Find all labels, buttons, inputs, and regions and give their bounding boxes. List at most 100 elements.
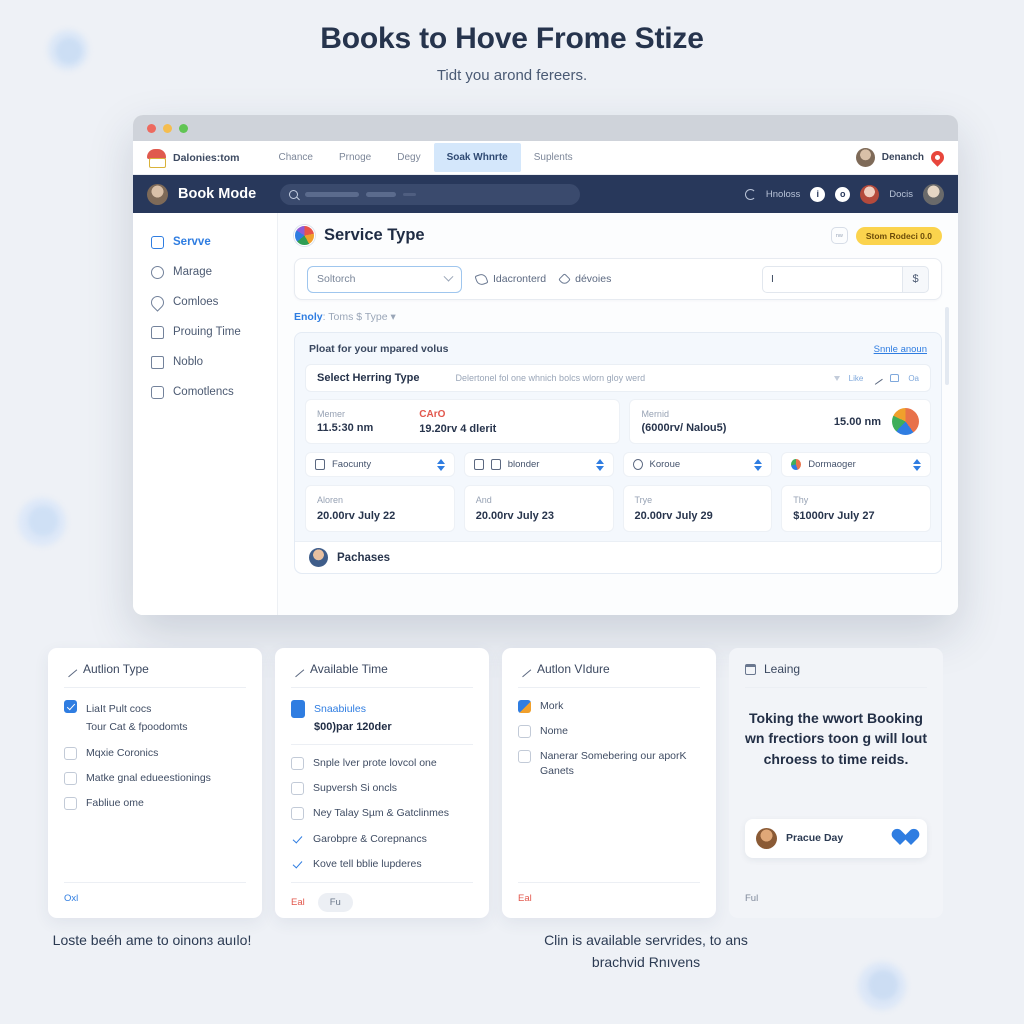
nav-tab-prnoge[interactable]: Prnoge — [326, 143, 384, 172]
stepper-up-icon[interactable] — [436, 458, 445, 464]
maximize-window-button[interactable] — [179, 123, 188, 133]
site-brand[interactable]: Dalonies:tom — [147, 149, 240, 168]
selector-faocunty[interactable]: Faocunty — [305, 452, 455, 477]
selector-dormaoger[interactable]: Dormaoger — [781, 452, 931, 477]
list-item[interactable]: Nanerar Somebering our aporK Ganets — [518, 749, 700, 777]
app-status-text: Hnoloss — [765, 188, 801, 200]
nav-tab-soak-whnrte[interactable]: Soak Whnrte — [433, 143, 521, 172]
stepper[interactable] — [754, 458, 763, 471]
edit-pencil-icon[interactable] — [870, 371, 884, 385]
nav-tab-suplents[interactable]: Suplents — [521, 143, 586, 172]
stepper-down-icon[interactable] — [595, 465, 604, 471]
close-window-button[interactable] — [147, 123, 156, 133]
selector-blonder[interactable]: blonder — [463, 452, 614, 477]
sidebar-item-prouing-time[interactable]: Prouing Time — [151, 317, 277, 347]
square-icon — [490, 459, 501, 470]
detail-card[interactable]: Mernid (6000rv/ Nalou5) 15.00 nm — [629, 399, 931, 444]
home-icon[interactable] — [890, 374, 900, 382]
checkbox[interactable] — [291, 807, 304, 821]
checkbox[interactable] — [291, 782, 304, 796]
status-badge[interactable]: Stom Rodeci 0.0 — [855, 226, 942, 245]
date-card[interactable]: Aloren 20.00rv July 22 — [305, 485, 455, 532]
list-item[interactable]: Supversh Si oncls — [291, 781, 473, 796]
testimonial-author-card[interactable]: Pracue Day — [745, 818, 927, 858]
breadcrumb-lead[interactable]: Enoly — [294, 311, 323, 323]
stepper-up-icon[interactable] — [595, 458, 604, 464]
list-item[interactable]: Mork — [518, 699, 700, 713]
checkbox[interactable] — [518, 725, 531, 739]
list-item[interactable]: Fabliue ome — [64, 796, 246, 811]
sidebar-item-marage[interactable]: Marage — [151, 257, 277, 287]
selected-indicator[interactable] — [291, 700, 305, 718]
date-card[interactable]: And 20.00rv July 23 — [463, 485, 614, 532]
card-footer-link[interactable]: Ful — [745, 893, 758, 904]
sidebar-item-comotlencs[interactable]: Comotlencs — [151, 377, 277, 407]
amount-input[interactable] — [762, 265, 902, 293]
stepper[interactable] — [436, 458, 445, 471]
heart-icon[interactable] — [897, 830, 916, 847]
card-footer: Ful — [745, 883, 927, 904]
app-user-avatar-secondary[interactable] — [923, 183, 944, 205]
checkbox[interactable] — [64, 747, 77, 760]
list-item[interactable]: Garobpre & Corepnancs — [291, 832, 473, 846]
stepper-up-icon[interactable] — [913, 458, 921, 464]
panel-scrollbar[interactable] — [945, 307, 949, 385]
card-footer-link[interactable]: Oxl — [64, 893, 78, 904]
decorative-blob-mid-left — [18, 498, 66, 546]
selector-koroue[interactable]: Koroue — [622, 452, 773, 477]
stepper[interactable] — [913, 458, 921, 471]
panel-footer[interactable]: Pachases — [295, 541, 941, 573]
check-icon[interactable] — [291, 858, 304, 871]
card-footer-link[interactable]: Eal — [518, 893, 532, 904]
checkbox[interactable] — [518, 750, 531, 764]
list-item[interactable]: Snple lver prote lovcol one — [291, 756, 473, 770]
list-item[interactable]: Kove tell bblie lupderes — [291, 857, 473, 871]
detail-card[interactable]: Memer 11.5:30 nm CArO 19.20rv 4 dlerit — [305, 399, 621, 444]
checkbox[interactable] — [291, 757, 304, 770]
list-item[interactable]: LiaIt Pult cocs Tour Cat & fpoodomts — [64, 699, 246, 735]
app-user-avatar[interactable] — [860, 184, 880, 204]
card-footer-link[interactable]: Eal — [291, 897, 305, 908]
list-item-featured[interactable]: Snaabiules $00)par 120der — [291, 699, 473, 745]
like-link[interactable]: Like — [849, 374, 864, 383]
currency-button[interactable]: $ — [902, 265, 929, 293]
nav-tab-degy[interactable]: Degy — [384, 143, 433, 172]
list-item[interactable]: Nome — [518, 724, 700, 739]
devices-link[interactable]: dévoies — [558, 272, 611, 286]
list-item[interactable]: Mqxie Coronics — [64, 746, 246, 760]
attach-link[interactable]: Idacronterd — [474, 271, 546, 287]
search-select[interactable]: Soltorch — [307, 265, 462, 293]
alert-icon[interactable]: o — [835, 186, 851, 202]
avatar[interactable] — [855, 148, 875, 167]
calendar-icon — [745, 663, 756, 675]
stepper[interactable] — [595, 458, 604, 471]
checkbox-checked[interactable] — [64, 700, 77, 713]
card-footer-button[interactable]: Fu — [317, 892, 353, 912]
check-icon[interactable] — [291, 833, 304, 846]
list-item[interactable]: Matke gnal edueestionings — [64, 771, 246, 786]
panel-action-link[interactable]: Snnle anoun — [874, 344, 927, 355]
info-icon[interactable]: i — [810, 186, 826, 202]
checkbox[interactable] — [64, 772, 77, 786]
sidebar-item-comloes[interactable]: Comloes — [148, 287, 277, 317]
search-placeholder-bar-1 — [305, 191, 360, 197]
home-link-label[interactable]: Oa — [908, 374, 919, 383]
sort-down-icon[interactable] — [833, 375, 840, 381]
stepper-up-icon[interactable] — [754, 458, 763, 464]
detail-label: Mernid — [641, 409, 669, 419]
sidebar-item-noblo[interactable]: Noblo — [151, 347, 277, 377]
app-avatar[interactable] — [147, 183, 168, 205]
list-item[interactable]: Ney Talay Sµm & Gatclinmes — [291, 806, 473, 821]
checkbox[interactable] — [64, 797, 77, 811]
location-pin-icon[interactable] — [928, 148, 947, 167]
stepper-down-icon[interactable] — [436, 465, 445, 471]
minimize-window-button[interactable] — [163, 123, 172, 133]
nav-tab-chance[interactable]: Chance — [266, 143, 326, 172]
new-badge[interactable]: nw — [830, 227, 848, 244]
sidebar-item-servve[interactable]: Servve — [151, 227, 277, 257]
stepper-down-icon[interactable] — [754, 465, 763, 471]
stepper-down-icon[interactable] — [913, 465, 921, 471]
app-search-input[interactable] — [280, 183, 581, 205]
date-card[interactable]: Thy $1000rv July 27 — [781, 485, 931, 532]
date-card[interactable]: Trye 20.00rv July 29 — [622, 485, 773, 532]
